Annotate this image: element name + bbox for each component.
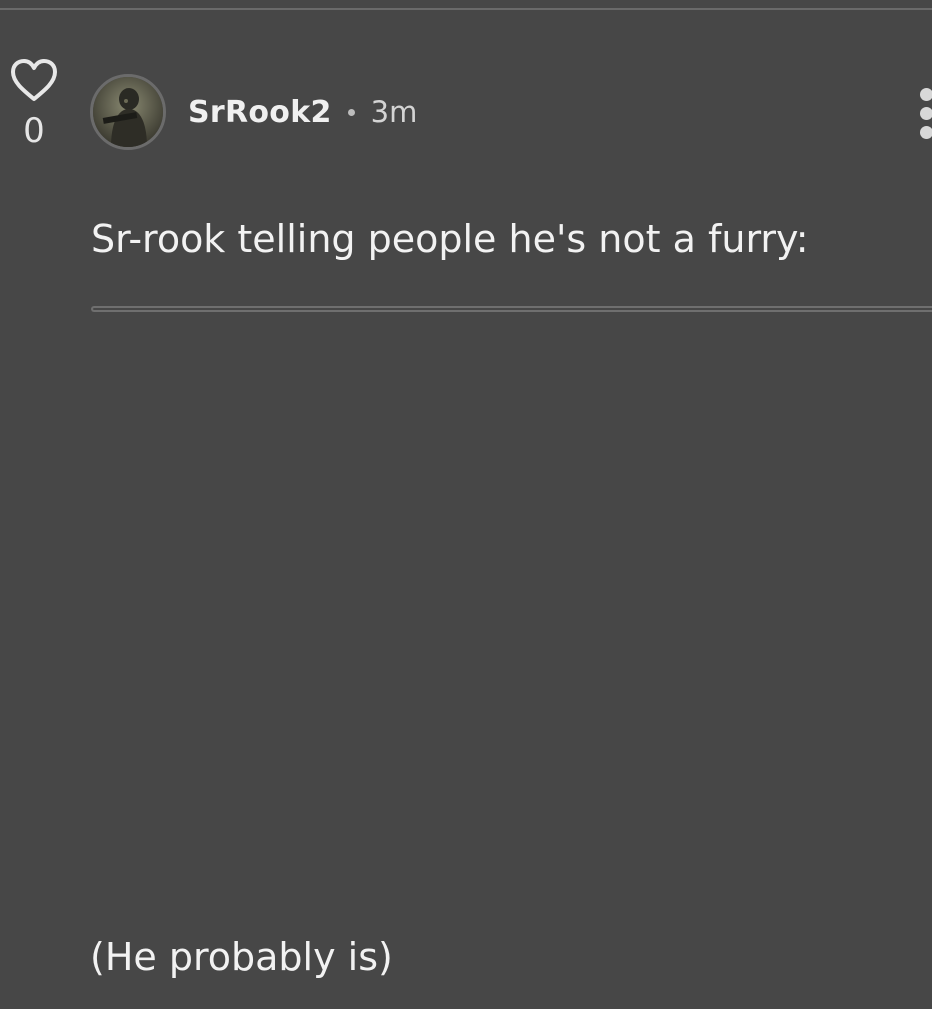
post-caption-text: (He probably is)	[90, 935, 393, 979]
more-vertical-icon-dot-1	[920, 88, 932, 101]
like-column: 0	[6, 54, 62, 148]
separator-dot	[347, 108, 355, 116]
more-vertical-icon-dot-2	[920, 107, 932, 120]
more-options-button[interactable]	[916, 86, 932, 140]
avatar[interactable]	[90, 74, 166, 150]
like-count: 0	[23, 111, 45, 151]
more-vertical-icon-dot-3	[920, 126, 932, 139]
heart-outline-icon	[11, 59, 57, 101]
avatar-soldier-image	[93, 77, 163, 147]
post-timestamp: 3m	[370, 95, 418, 129]
top-divider	[0, 8, 932, 10]
like-button[interactable]	[8, 54, 60, 106]
content-divider	[91, 306, 932, 312]
post-header: SrRook2 3m	[90, 71, 417, 153]
post-media-area[interactable]	[91, 318, 932, 918]
author-username[interactable]: SrRook2	[188, 95, 332, 130]
post-body-text: Sr-rook telling people he's not a furry:	[91, 217, 809, 261]
